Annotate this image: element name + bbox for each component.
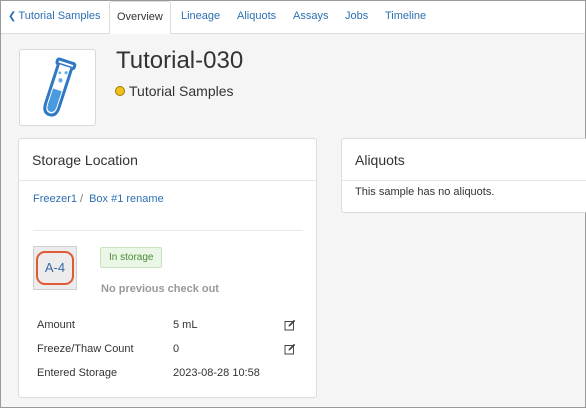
- storage-breadcrumb: Freezer1/ Box #1 rename: [33, 193, 164, 205]
- aliquots-panel: Aliquots This sample has no aliquots.: [341, 138, 586, 213]
- tab-bar: ❮ Tutorial Samples Overview Lineage Aliqu…: [1, 1, 585, 35]
- tab-assays[interactable]: Assays: [293, 1, 328, 34]
- breadcrumb-separator: /: [80, 193, 84, 205]
- storage-location-panel: Storage Location Freezer1/Box #1 rename …: [18, 138, 317, 398]
- tab-timeline[interactable]: Timeline: [385, 1, 426, 34]
- storage-cell[interactable]: A-4: [33, 246, 77, 290]
- tab-aliquots[interactable]: Aliquots: [237, 1, 276, 34]
- freeze-thaw-label: Freeze/Thaw Count: [37, 343, 134, 355]
- sample-title: Tutorial-030: [116, 47, 244, 74]
- freeze-thaw-value: 0: [173, 343, 180, 355]
- breadcrumb-box[interactable]: Box #1 rename: [89, 193, 164, 205]
- back-link-tutorial-samples[interactable]: ❮ Tutorial Samples: [8, 1, 101, 34]
- sample-icon-box: [19, 49, 96, 126]
- checkout-status: No previous check out: [101, 283, 219, 295]
- edit-freeze-thaw-icon[interactable]: [284, 343, 296, 355]
- amount-label: Amount: [37, 319, 75, 331]
- status-badge: In storage: [100, 247, 163, 268]
- chevron-left-icon: ❮: [8, 11, 17, 22]
- back-link-label: Tutorial Samples: [18, 10, 101, 22]
- sample-type-label: Tutorial Samples: [129, 83, 234, 99]
- edit-amount-icon[interactable]: [284, 319, 296, 331]
- storage-location-heading: Storage Location: [19, 139, 316, 181]
- entered-storage-value: 2023-08-28 10:58: [173, 367, 260, 379]
- aliquots-heading: Aliquots: [342, 139, 586, 181]
- storage-cell-label: A-4: [36, 251, 74, 285]
- breadcrumb-freezer1[interactable]: Freezer1: [33, 193, 77, 205]
- status-dot-icon: [115, 86, 125, 96]
- sample-type: Tutorial Samples: [115, 83, 234, 99]
- test-tube-icon: [43, 57, 77, 117]
- sample-overview: Tutorial-030 Tutorial Samples Storage Lo…: [1, 34, 586, 407]
- tab-overview[interactable]: Overview: [109, 1, 171, 35]
- tab-jobs[interactable]: Jobs: [345, 1, 368, 34]
- aliquots-message: This sample has no aliquots.: [355, 186, 495, 198]
- amount-value: 5 mL: [173, 319, 198, 331]
- divider: [33, 230, 303, 231]
- tab-lineage[interactable]: Lineage: [181, 1, 220, 34]
- entered-storage-label: Entered Storage: [37, 367, 118, 379]
